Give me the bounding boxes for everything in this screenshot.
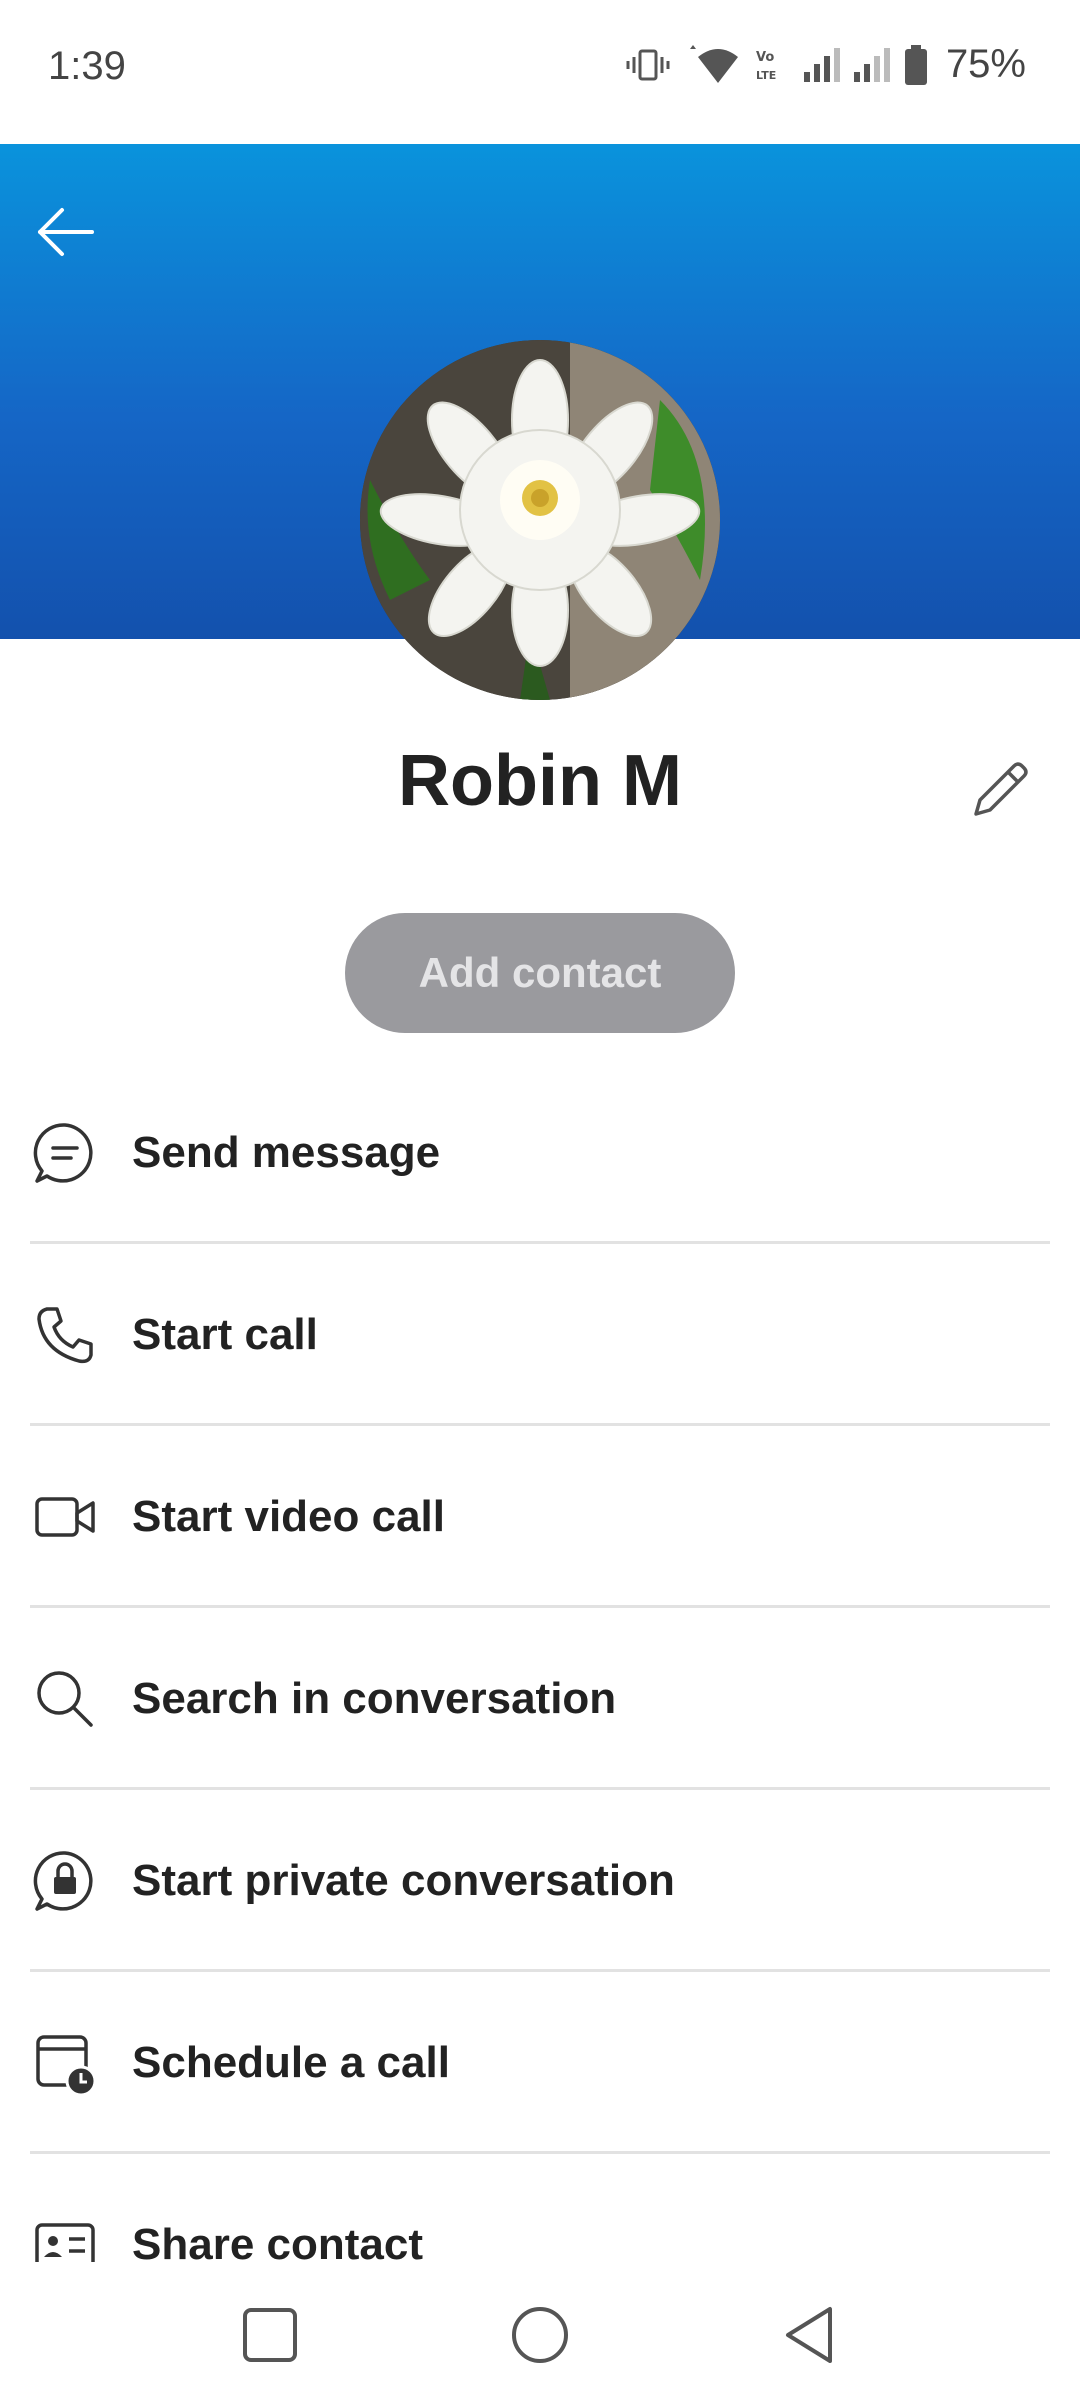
battery-percent: 75% <box>945 42 1026 86</box>
arrow-left-icon <box>38 208 94 256</box>
action-search-in-conversation[interactable]: Search in conversation <box>0 1608 1080 1790</box>
nav-back-button[interactable] <box>765 2290 855 2380</box>
vibrate-icon <box>626 49 670 80</box>
back-button[interactable] <box>30 196 102 268</box>
svg-text:Vo: Vo <box>756 50 774 65</box>
battery-icon <box>904 44 927 85</box>
back-triangle-icon <box>786 2307 832 2363</box>
contact-name: Robin M <box>398 741 682 821</box>
calendar-clock-icon <box>30 2028 100 2098</box>
action-label: Schedule a call <box>132 2038 450 2087</box>
status-bar: 1:39 Vo LTE 75% <box>0 0 1080 144</box>
action-share-contact[interactable]: Share contact <box>0 2154 1080 2262</box>
lock-chat-icon <box>30 1846 100 1916</box>
phone-icon <box>30 1300 100 1370</box>
flower-photo <box>360 340 720 700</box>
home-circle-icon <box>512 2307 568 2363</box>
signal-icon <box>803 47 840 82</box>
action-send-message[interactable]: Send message <box>0 1062 1080 1244</box>
contact-card-icon <box>30 2210 100 2262</box>
avatar[interactable] <box>360 340 720 700</box>
chat-bubble-icon <box>30 1118 100 1188</box>
search-icon <box>30 1664 100 1734</box>
system-nav-bar <box>0 2262 1080 2408</box>
add-contact-button[interactable]: Add contact <box>345 913 735 1033</box>
recents-square-icon <box>243 2308 297 2362</box>
action-label: Search in conversation <box>132 1674 617 1723</box>
recents-button[interactable] <box>225 2290 315 2380</box>
actions-list: Send message Start call Start video call <box>0 1062 1080 2262</box>
svg-text:LTE: LTE <box>756 69 776 82</box>
action-start-private-conversation[interactable]: Start private conversation <box>0 1790 1080 1972</box>
volte-icon: Vo LTE <box>756 50 776 82</box>
signal-icon <box>853 47 890 82</box>
action-label: Start call <box>132 1310 318 1359</box>
pencil-icon <box>974 762 1028 816</box>
status-time: 1:39 <box>48 44 126 88</box>
video-camera-icon <box>30 1482 100 1552</box>
action-schedule-a-call[interactable]: Schedule a call <box>0 1972 1080 2154</box>
action-label: Start private conversation <box>132 1856 675 1905</box>
home-button[interactable] <box>495 2290 585 2380</box>
action-label: Share contact <box>132 2220 423 2262</box>
status-icons: Vo LTE 75% <box>626 42 1026 87</box>
action-label: Send message <box>132 1128 441 1177</box>
action-label: Start video call <box>132 1492 446 1541</box>
wifi-icon <box>689 44 738 83</box>
action-start-call[interactable]: Start call <box>0 1244 1080 1426</box>
action-start-video-call[interactable]: Start video call <box>0 1426 1080 1608</box>
edit-name-button[interactable] <box>962 752 1038 828</box>
